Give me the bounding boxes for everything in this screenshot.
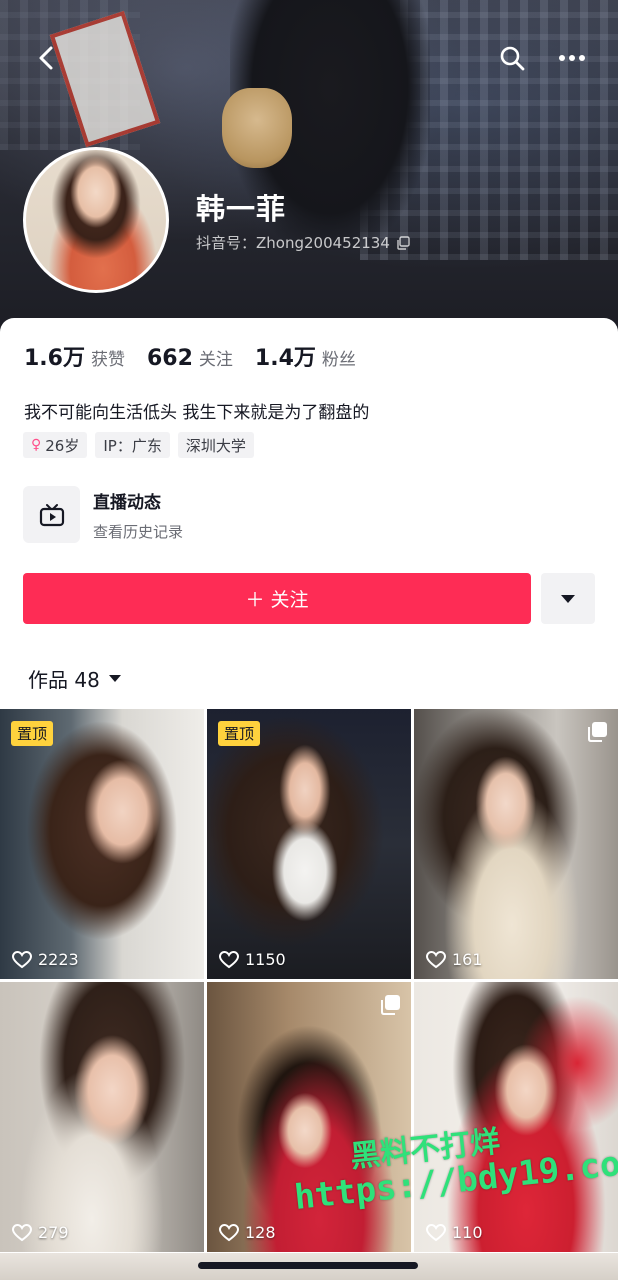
live-history-entry[interactable]: 直播动态 查看历史记录 [23,486,183,543]
video-likes: 161 [426,950,483,969]
copy-icon[interactable] [396,235,410,250]
thumbnail-image [0,709,204,979]
multi-image-icon [381,995,400,1015]
live-icon-box [23,486,80,543]
home-indicator[interactable] [198,1262,418,1269]
tag-age: ♀ 26岁 [23,432,88,458]
video-likes: 128 [219,1223,276,1242]
profile-sheet: 1.6万 获赞 662 关注 1.4万 粉丝 我不可能向生活低头 我生下来就是为… [0,318,618,710]
tab-works-label: 作品 48 [28,668,100,692]
multi-image-icon [588,722,607,742]
stat-likes[interactable]: 1.6万 获赞 [24,340,125,372]
video-likes: 110 [426,1223,483,1242]
caret-down-icon [108,675,121,682]
stat-label: 关注 [198,350,233,370]
heart-icon [12,950,32,968]
profile-screen: 韩一菲 抖音号：Zhong200452134 1.6万 获赞 662 关注 1.… [0,0,618,1280]
search-icon [500,46,525,71]
tab-works[interactable]: 作品 48 [28,664,122,693]
heart-icon [219,950,239,968]
pinned-badge: 置顶 [11,721,54,746]
thumbnail-image [414,709,618,979]
video-thumbnail[interactable]: 置顶 2223 [0,709,204,979]
tag-age-text: 26岁 [45,436,80,455]
douyin-id-text: 抖音号：Zhong200452134 [196,234,390,252]
video-likes: 2223 [12,950,79,969]
likes-count: 161 [452,950,483,969]
likes-count: 1150 [245,950,286,969]
chevron-left-icon [39,46,53,70]
likes-count: 2223 [38,950,79,969]
tag-school[interactable]: 深圳大学 [177,432,254,458]
tv-icon [39,503,64,526]
caret-down-icon [561,594,575,603]
live-title: 直播动态 [93,492,161,513]
cover-teddy-bear [222,88,292,168]
thumbnail-image [0,982,204,1252]
video-thumbnail[interactable]: 161 [414,709,618,979]
video-likes: 1150 [219,950,286,969]
video-thumbnail[interactable]: 置顶 1150 [207,709,411,979]
avatar[interactable] [23,147,169,293]
stat-label: 粉丝 [321,350,356,370]
stat-value: 1.4万 [254,346,316,371]
follow-button[interactable]: ＋ 关注 [23,573,531,624]
heart-icon [12,1223,32,1241]
heart-icon [219,1223,239,1241]
bio-text: 我不可能向生活低头 我生下来就是为了翻盘的 [24,403,370,423]
live-subtitle: 查看历史记录 [93,522,184,541]
stat-label: 获赞 [90,350,125,370]
female-icon: ♀ [31,437,42,453]
likes-count: 110 [452,1223,483,1242]
search-button[interactable] [494,40,530,76]
live-text: 直播动态 查看历史记录 [93,488,183,542]
more-dots-icon [559,55,585,61]
profile-tags: ♀ 26岁 IP：广东 深圳大学 [23,432,254,458]
follow-more-button[interactable] [541,573,595,624]
douyin-id: 抖音号：Zhong200452134 [196,232,410,253]
likes-count: 279 [38,1223,69,1242]
stats-row: 1.6万 获赞 662 关注 1.4万 粉丝 [24,340,378,372]
heart-icon [426,950,446,968]
video-thumbnail[interactable]: 279 [0,982,204,1252]
heart-icon [426,1223,446,1241]
thumbnail-image [207,709,411,979]
likes-count: 128 [245,1223,276,1242]
back-button[interactable] [28,40,64,76]
pinned-badge: 置顶 [218,721,261,746]
stat-value: 1.6万 [24,346,85,371]
video-likes: 279 [12,1223,69,1242]
tag-ip: IP：广东 [95,432,170,458]
stat-following[interactable]: 662 关注 [147,345,233,371]
stat-followers[interactable]: 1.4万 粉丝 [255,340,356,372]
profile-name: 韩一菲 [196,192,287,226]
stat-value: 662 [146,346,193,371]
more-button[interactable] [554,40,590,76]
